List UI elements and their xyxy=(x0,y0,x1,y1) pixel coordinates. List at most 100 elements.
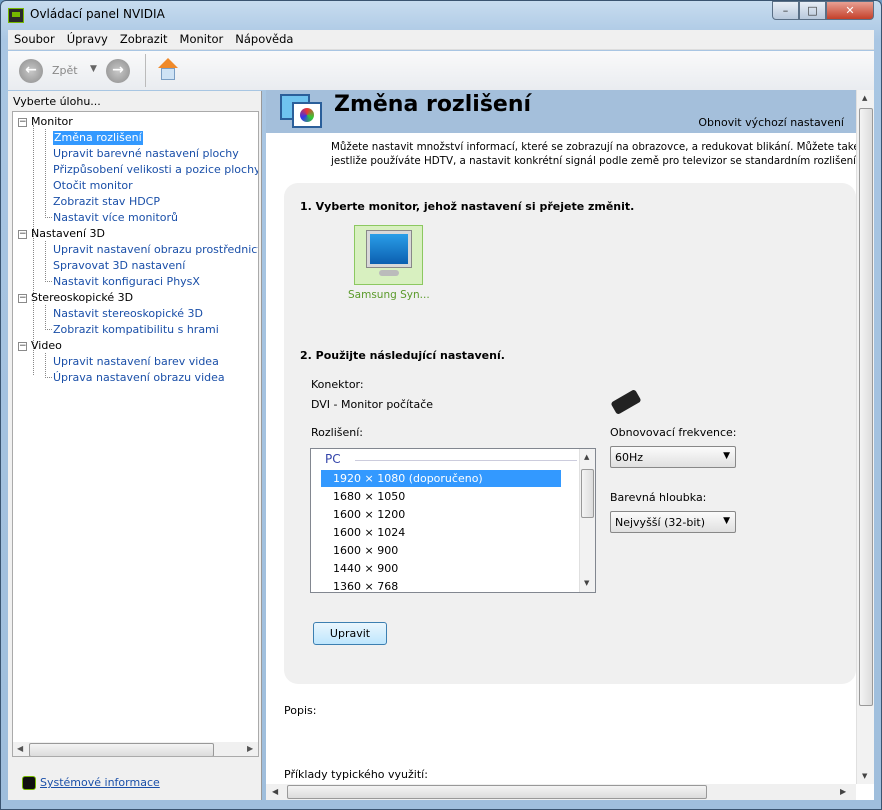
scroll-up-icon[interactable]: ▲ xyxy=(862,94,867,102)
task-tree: − Monitor Změna rozlišení Upravit barevné n… xyxy=(12,111,259,757)
menu-bar: Soubor Úpravy Zobrazit Monitor Nápověda xyxy=(8,30,874,50)
menu-monitor[interactable]: Monitor xyxy=(174,30,230,46)
settings-panel: 1. Vyberte monitor, jehož nastavení si p… xyxy=(284,183,856,684)
scroll-left-icon[interactable]: ◀ xyxy=(17,744,23,753)
chevron-down-icon: ▼ xyxy=(723,516,730,526)
tree-connector xyxy=(45,353,52,378)
scrollbar-thumb[interactable] xyxy=(581,469,594,518)
tree-item[interactable]: Nastavit konfiguraci PhysX xyxy=(53,275,200,289)
tree-item[interactable]: Upravit barevné nastavení plochy xyxy=(53,147,239,161)
resolution-option[interactable]: 1600 × 1200 xyxy=(321,506,561,523)
resolution-vertical-scrollbar[interactable]: ▲ ▼ xyxy=(579,449,595,592)
chevron-down-icon: ▼ xyxy=(723,451,730,461)
tree-line xyxy=(33,125,34,375)
back-arrow-icon[interactable]: ← xyxy=(19,59,43,83)
examples-heading: Příklady typického využití: xyxy=(284,768,428,781)
collapse-icon[interactable]: − xyxy=(18,230,27,239)
apply-button-label: Upravit xyxy=(329,627,371,640)
description-line-2: jestliže používáte HDTV, a nastavit konk… xyxy=(331,155,874,167)
step1-heading: 1. Vyberte monitor, jehož nastavení si p… xyxy=(300,200,635,213)
page-title: Změna rozlišení xyxy=(334,92,532,117)
dvi-connector-icon xyxy=(610,388,642,416)
tree-category[interactable]: Stereoskopické 3D xyxy=(31,291,133,305)
resolution-label: Rozlišení: xyxy=(311,426,363,439)
tree-category[interactable]: Nastavení 3D xyxy=(31,227,105,241)
description-line-1: Můžete nastavit množství informací, kter… xyxy=(331,141,874,153)
resolution-option[interactable]: 1360 × 768 xyxy=(321,578,561,592)
collapse-icon[interactable]: − xyxy=(18,118,27,127)
refresh-rate-label: Obnovovací frekvence: xyxy=(610,426,737,439)
resolution-option[interactable]: 1920 × 1080 (doporučeno) xyxy=(321,470,561,487)
apply-button[interactable]: Upravit xyxy=(313,622,387,645)
history-dropdown-icon[interactable]: ▼ xyxy=(90,64,97,74)
window-title: Ovládací panel NVIDIA xyxy=(30,7,165,21)
scroll-up-icon[interactable]: ▲ xyxy=(584,453,589,461)
resolution-page-icon xyxy=(280,94,322,128)
back-button-label[interactable]: Zpět xyxy=(52,64,78,77)
collapse-icon[interactable]: − xyxy=(18,342,27,351)
connector-label: Konektor: xyxy=(311,378,364,391)
system-info-icon xyxy=(22,776,36,790)
tree-item[interactable]: Nastavit více monitorů xyxy=(53,211,178,225)
tree-connector xyxy=(45,305,52,330)
tree-item[interactable]: Otočit monitor xyxy=(53,179,133,193)
scroll-right-icon[interactable]: ▶ xyxy=(840,787,846,796)
resolution-option[interactable]: 1440 × 900 xyxy=(321,560,561,577)
scroll-left-icon[interactable]: ◀ xyxy=(272,787,278,796)
close-button[interactable]: ✕ xyxy=(826,1,874,20)
tree-item[interactable]: Spravovat 3D nastavení xyxy=(53,259,185,273)
tree-connector xyxy=(45,129,52,218)
minimize-button[interactable]: – xyxy=(772,1,799,20)
tree-category[interactable]: Monitor xyxy=(31,115,73,129)
maximize-button[interactable]: □ xyxy=(799,1,826,20)
color-depth-dropdown[interactable]: Nejvyšší (32-bit) ▼ xyxy=(610,511,736,533)
tree-horizontal-scrollbar[interactable]: ◀ ▶ xyxy=(13,742,258,756)
refresh-rate-dropdown[interactable]: 60Hz ▼ xyxy=(610,446,736,468)
content-vertical-scrollbar[interactable]: ▲ ▼ xyxy=(856,90,874,784)
tree-item[interactable]: Přizpůsobení velikosti a pozice plochy xyxy=(53,163,258,177)
step2-heading: 2. Použijte následující nastavení. xyxy=(300,349,505,362)
menu-napoveda[interactable]: Nápověda xyxy=(229,30,299,46)
menu-soubor[interactable]: Soubor xyxy=(8,30,61,46)
resolution-option[interactable]: 1600 × 1024 xyxy=(321,524,561,541)
tree-item[interactable]: Nastavit stereoskopické 3D xyxy=(53,307,203,321)
task-sidebar: Vyberte úlohu... − Monitor Změna rozlišení… xyxy=(8,91,262,800)
page-header: Změna rozlišení Obnovit výchozí nastaven… xyxy=(266,90,856,133)
resolution-listbox[interactable]: PC 1920 × 1080 (doporučeno) 1680 × 1050 16… xyxy=(310,448,596,593)
collapse-icon[interactable]: − xyxy=(18,294,27,303)
monitor-name: Samsung Syn... xyxy=(348,289,430,301)
scrollbar-thumb[interactable] xyxy=(287,785,707,799)
app-icon xyxy=(8,8,24,23)
scrollbar-thumb[interactable] xyxy=(859,108,873,706)
color-depth-label: Barevná hloubka: xyxy=(610,491,707,504)
toolbar-divider xyxy=(145,54,146,87)
sidebar-heading: Vyberte úlohu... xyxy=(13,95,101,108)
tree-item[interactable]: Zobrazit stav HDCP xyxy=(53,195,160,209)
monitor-tile[interactable] xyxy=(354,225,423,285)
menu-upravy[interactable]: Úpravy xyxy=(61,30,114,46)
tree-connector xyxy=(45,241,52,282)
resolution-option[interactable]: 1680 × 1050 xyxy=(321,488,561,505)
scroll-down-icon[interactable]: ▼ xyxy=(584,579,589,587)
tree-item[interactable]: Změna rozlišení xyxy=(53,131,143,145)
resolution-option[interactable]: 1600 × 900 xyxy=(321,542,561,559)
scroll-down-icon[interactable]: ▼ xyxy=(862,772,867,780)
menu-zobrazit[interactable]: Zobrazit xyxy=(114,30,174,46)
restore-defaults-link[interactable]: Obnovit výchozí nastavení xyxy=(698,116,844,129)
resolution-group-header: PC xyxy=(325,452,341,466)
tree-item[interactable]: Upravit nastavení barev videa xyxy=(53,355,219,369)
tree-item[interactable]: Zobrazit kompatibilitu s hrami xyxy=(53,323,219,337)
tree-category[interactable]: Video xyxy=(31,339,62,353)
tree-item[interactable]: Úprava nastavení obrazu videa xyxy=(53,371,225,385)
content-horizontal-scrollbar[interactable]: ◀ ▶ xyxy=(266,784,856,800)
system-info-link[interactable]: Systémové informace xyxy=(40,776,160,789)
tree-item[interactable]: Upravit nastavení obrazu prostřednictvím… xyxy=(53,243,258,257)
home-icon[interactable] xyxy=(156,58,180,82)
scrollbar-thumb[interactable] xyxy=(29,743,214,756)
content-pane: Změna rozlišení Obnovit výchozí nastaven… xyxy=(266,90,874,800)
toolbar: ← Zpět ▼ → xyxy=(8,51,874,90)
connector-value: DVI - Monitor počítače xyxy=(311,398,434,411)
forward-arrow-icon[interactable]: → xyxy=(106,59,130,83)
scroll-right-icon[interactable]: ▶ xyxy=(247,744,253,753)
refresh-rate-value: 60Hz xyxy=(615,451,644,464)
